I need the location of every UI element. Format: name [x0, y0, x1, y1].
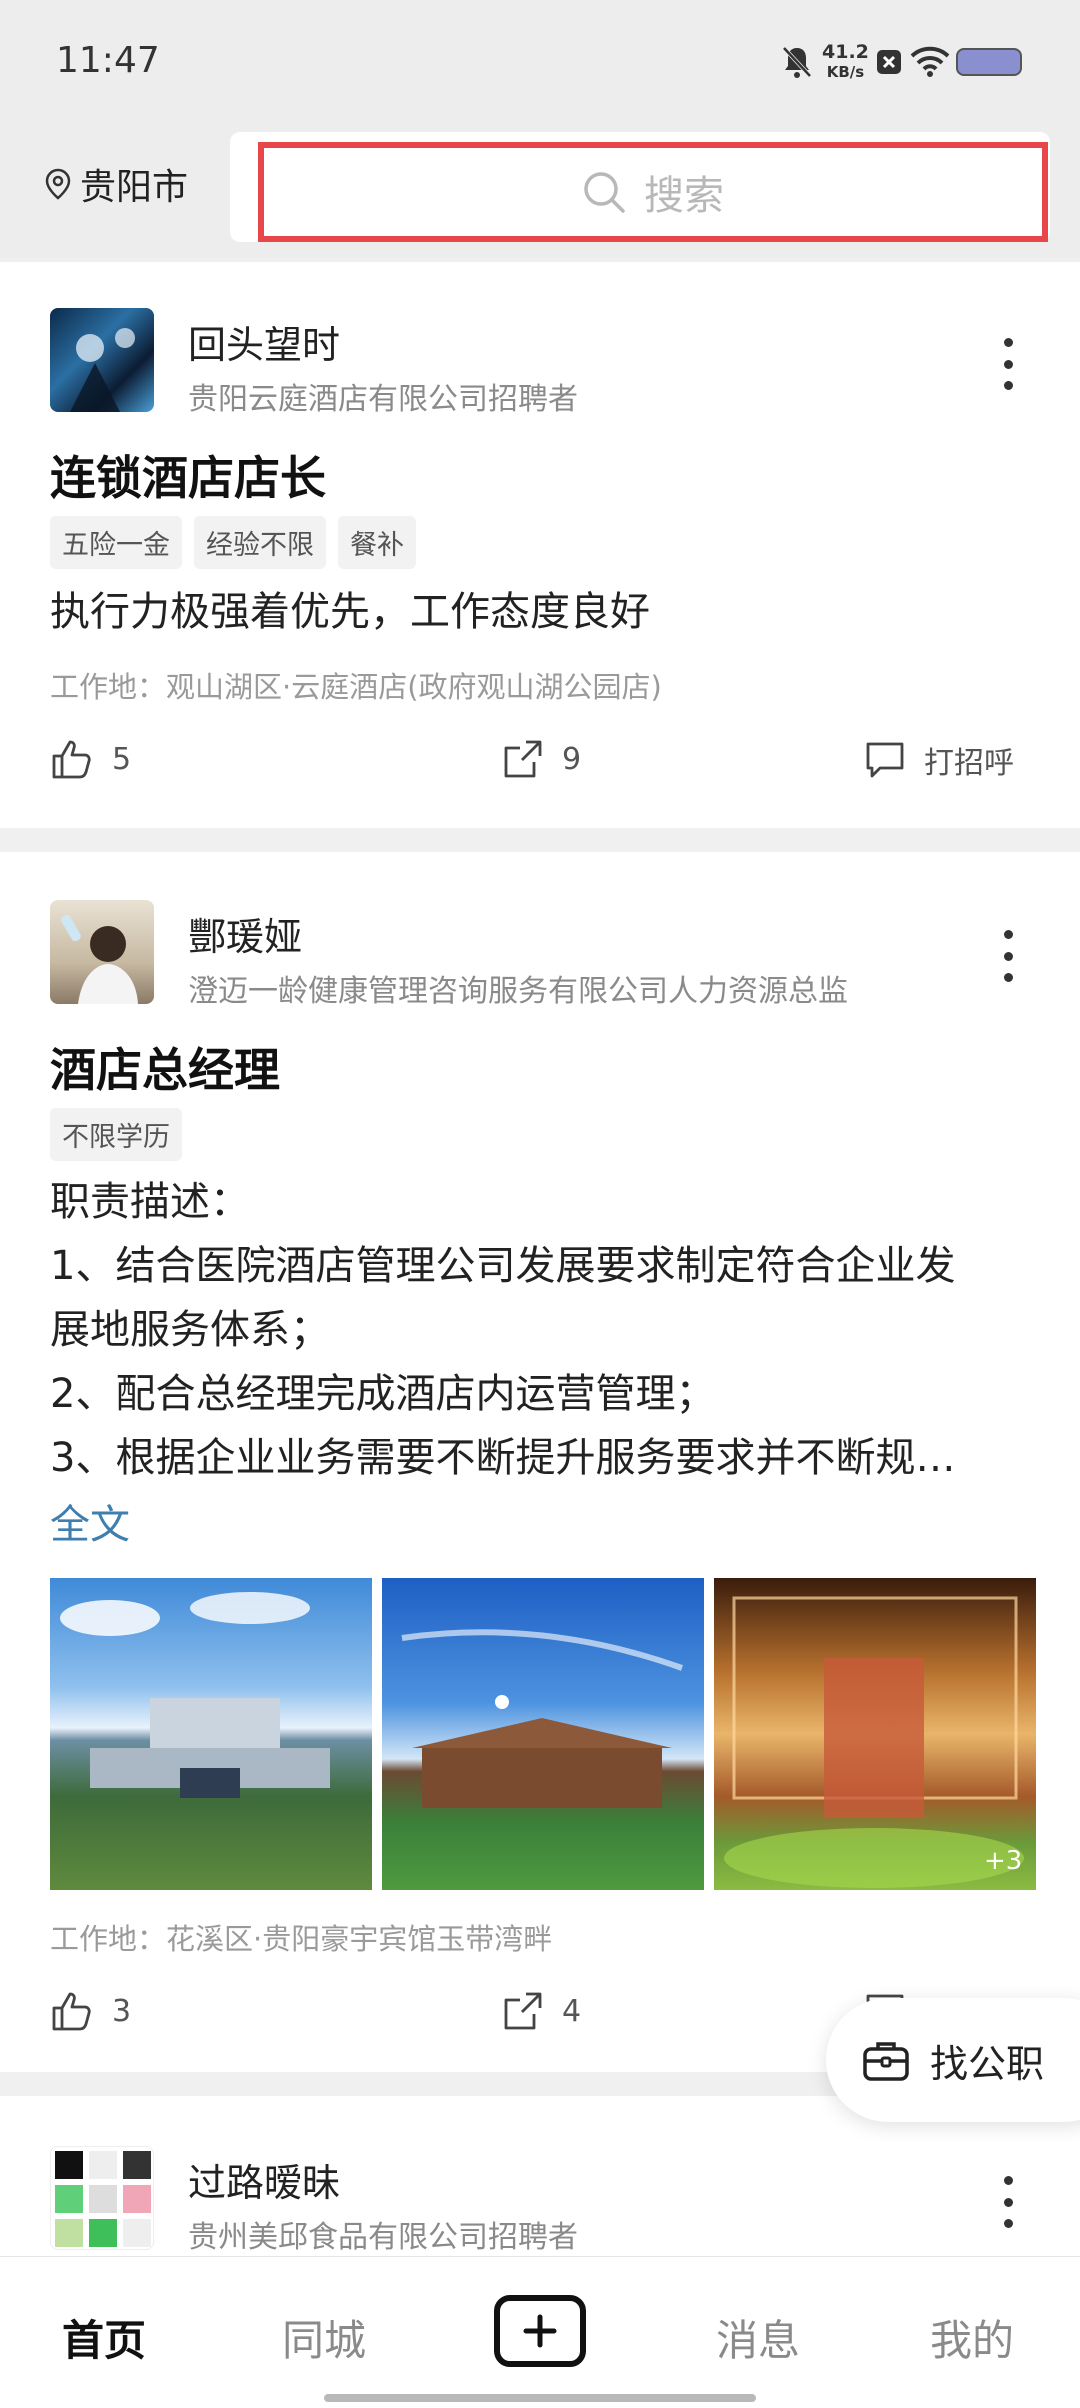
poster-name[interactable]: 过路暧昧 — [188, 2152, 340, 2207]
greet-button[interactable]: 打招呼 — [864, 738, 1014, 782]
like-count: 3 — [112, 1993, 132, 2029]
city-selector[interactable]: 贵阳市 — [44, 158, 188, 210]
job-photo[interactable] — [50, 1578, 372, 1890]
battery-icon — [956, 48, 1022, 76]
share-button[interactable]: 4 — [502, 1990, 581, 2032]
poster-company: 贵阳云庭酒店有限公司招聘者 — [188, 382, 578, 417]
job-tags: 不限学历 — [50, 1108, 182, 1161]
full-text-link[interactable]: 全文 — [50, 1492, 130, 1550]
like-button[interactable]: 3 — [50, 1990, 131, 2032]
like-count: 5 — [112, 741, 132, 777]
status-time: 11:47 — [56, 40, 160, 81]
add-post-button[interactable] — [494, 2295, 586, 2367]
description-line: 3、根据企业业务需要不断提升服务要求并不断规… — [50, 1435, 956, 1481]
like-button[interactable]: 5 — [50, 738, 131, 780]
wifi-icon — [910, 46, 950, 77]
greet-label: 打招呼 — [924, 746, 1014, 781]
avatar[interactable] — [50, 2146, 154, 2250]
search-placeholder: 搜索 — [644, 173, 724, 219]
location-pin-icon — [45, 168, 71, 200]
bottom-navigation: 首页 同城 消息 我的 — [0, 2256, 1080, 2408]
find-public-job-label: 找公职 — [930, 2041, 1045, 2086]
more-photos-count: +3 — [984, 1846, 1023, 1876]
work-location: 工作地：花溪区·贵阳豪宇宾馆玉带湾畔 — [50, 1922, 553, 1956]
description-line: 职责描述： — [50, 1179, 250, 1225]
plus-icon — [523, 2314, 557, 2348]
description-line: 展地服务体系； — [50, 1307, 330, 1353]
description-line: 1、结合医院酒店管理公司发展要求制定符合企业发 — [50, 1243, 956, 1289]
nav-city[interactable]: 同城 — [282, 2307, 366, 2368]
job-photo[interactable]: +3 — [714, 1578, 1036, 1890]
nav-home[interactable]: 首页 — [62, 2307, 146, 2368]
more-options-icon[interactable] — [1000, 338, 1016, 390]
job-title[interactable]: 酒店总经理 — [50, 1034, 280, 1100]
network-speed: 41.2 KB/s — [822, 41, 869, 81]
work-location: 工作地：观山湖区·云庭酒店(政府观山湖公园店) — [50, 670, 662, 704]
job-tags: 五险一金 经验不限 餐补 — [50, 516, 416, 569]
top-header: 贵阳市 搜索 — [0, 128, 1080, 258]
thumbs-up-icon — [52, 1992, 91, 2031]
poster-company: 澄迈一龄健康管理咨询服务有限公司人力资源总监 — [188, 974, 848, 1009]
avatar[interactable] — [50, 308, 154, 412]
job-post-card[interactable]: 酆瑗娅 澄迈一龄健康管理咨询服务有限公司人力资源总监 酒店总经理 不限学历 职责… — [0, 852, 1080, 2072]
more-options-icon[interactable] — [1000, 2176, 1016, 2228]
nav-messages[interactable]: 消息 — [716, 2307, 800, 2368]
poster-name[interactable]: 酆瑗娅 — [188, 906, 302, 961]
home-indicator[interactable] — [324, 2394, 756, 2402]
status-bar: 11:47 41.2 KB/s — [0, 0, 1080, 128]
job-tag: 经验不限 — [194, 516, 326, 569]
job-description[interactable]: 执行力极强着优先，工作态度良好 — [50, 580, 1040, 644]
briefcase-icon — [863, 2042, 909, 2081]
job-tag: 五险一金 — [50, 516, 182, 569]
job-photo[interactable] — [382, 1578, 704, 1890]
poster-company: 贵州美邱食品有限公司招聘者 — [188, 2220, 578, 2255]
mute-notification-icon — [782, 46, 812, 78]
job-tag: 不限学历 — [50, 1108, 182, 1161]
share-icon — [504, 1992, 542, 2030]
share-button[interactable]: 9 — [502, 738, 581, 780]
find-public-job-button[interactable]: 找公职 — [826, 1998, 1080, 2122]
job-title[interactable]: 连锁酒店店长 — [50, 442, 326, 508]
share-icon — [504, 740, 542, 778]
more-options-icon[interactable] — [1000, 930, 1016, 982]
share-count: 4 — [562, 1993, 582, 2029]
description-line: 2、配合总经理完成酒店内运营管理； — [50, 1371, 716, 1417]
avatar[interactable] — [50, 900, 154, 1004]
city-label: 贵阳市 — [80, 167, 189, 208]
poster-name[interactable]: 回头望时 — [188, 314, 340, 369]
chat-bubble-icon — [866, 742, 904, 778]
job-tag: 餐补 — [338, 516, 416, 569]
search-container: 搜索 — [230, 132, 1050, 242]
search-icon — [584, 172, 625, 213]
thumbs-up-icon — [52, 740, 91, 779]
job-post-card[interactable]: 回头望时 贵阳云庭酒店有限公司招聘者 连锁酒店店长 五险一金 经验不限 餐补 执… — [0, 262, 1080, 828]
job-description[interactable]: 职责描述： 1、结合医院酒店管理公司发展要求制定符合企业发 展地服务体系； 2、… — [50, 1170, 1040, 1490]
app-notification-icon — [877, 50, 901, 74]
search-input[interactable]: 搜索 — [258, 142, 1048, 242]
nav-me[interactable]: 我的 — [930, 2307, 1014, 2368]
share-count: 9 — [562, 741, 582, 777]
